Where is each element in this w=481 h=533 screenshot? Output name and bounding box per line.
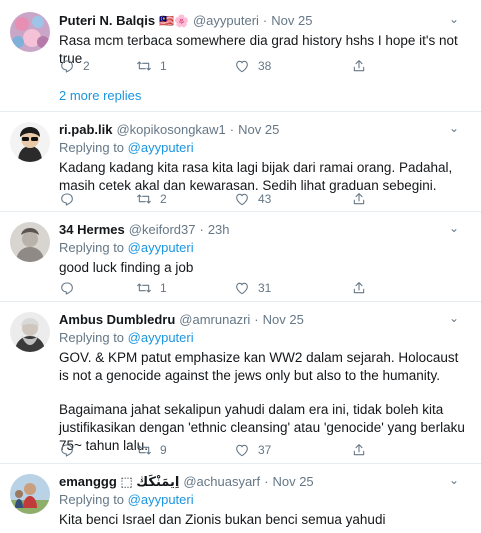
avatar[interactable] — [10, 474, 50, 514]
separator-dot: · — [254, 312, 259, 327]
reply-button[interactable]: 2 — [59, 58, 136, 74]
tweet-text: Kita benci Israel dan Zionis bukan benci… — [59, 512, 386, 527]
heart-icon — [236, 193, 248, 206]
share-button[interactable] — [351, 280, 367, 296]
retweet-icon — [137, 445, 151, 455]
author-handle[interactable]: @kopikosongkaw1 — [116, 121, 225, 139]
retweet-count: 2 — [160, 192, 167, 206]
like-button[interactable]: 43 — [234, 191, 351, 207]
tweet[interactable]: ri.pab.lik @kopikosongkaw1 · Nov 25 ⌄ Re… — [0, 112, 481, 212]
avatar[interactable] — [10, 222, 50, 262]
timestamp[interactable]: Nov 25 — [238, 121, 279, 139]
reply-button[interactable] — [59, 191, 136, 207]
share-icon — [353, 282, 365, 294]
timestamp[interactable]: Nov 25 — [263, 311, 304, 329]
retweet-count: 1 — [160, 59, 167, 73]
reply-icon — [61, 282, 73, 295]
heart-icon — [236, 60, 248, 73]
author-handle[interactable]: @keiford37 — [129, 221, 196, 239]
like-count: 37 — [258, 443, 272, 457]
separator-dot: · — [264, 474, 269, 489]
name-emoji: 🇲🇾🌸 — [159, 14, 189, 28]
retweet-icon — [137, 283, 151, 293]
avatar[interactable] — [10, 312, 50, 352]
tweet[interactable]: Puteri N. Balqis 🇲🇾🌸 @ayyputeri · Nov 25… — [0, 0, 481, 112]
timestamp[interactable]: Nov 25 — [272, 473, 313, 491]
mention-link[interactable]: @ayyputeri — [128, 330, 194, 345]
share-button[interactable] — [351, 191, 367, 207]
chevron-down-icon[interactable]: ⌄ — [449, 121, 459, 135]
share-icon — [353, 444, 365, 456]
tweet-text: good luck finding a job — [59, 260, 194, 275]
more-replies-link[interactable]: 2 more replies — [59, 88, 141, 103]
like-button[interactable]: 38 — [234, 58, 351, 74]
author-name[interactable]: Ambus Dumbledru — [59, 311, 175, 329]
like-button[interactable]: 37 — [234, 442, 351, 458]
reply-button[interactable] — [59, 280, 136, 296]
share-icon — [353, 193, 365, 205]
reply-button[interactable] — [59, 442, 136, 458]
timestamp[interactable]: Nov 25 — [271, 12, 312, 30]
author-name[interactable]: emanggg ⬚ اِيمَنْكَڬ — [59, 473, 179, 491]
heart-icon — [236, 282, 248, 295]
reply-icon — [61, 60, 73, 73]
chevron-down-icon[interactable]: ⌄ — [449, 473, 459, 487]
reply-thread: Puteri N. Balqis 🇲🇾🌸 @ayyputeri · Nov 25… — [0, 0, 481, 533]
tweet[interactable]: 34 Hermes @keiford37 · 23h ⌄ Replying to… — [0, 212, 481, 302]
author-name[interactable]: ri.pab.lik — [59, 121, 112, 139]
retweet-count: 9 — [160, 443, 167, 457]
retweet-icon — [137, 194, 151, 204]
retweet-count: 1 — [160, 281, 167, 295]
like-button[interactable]: 31 — [234, 280, 351, 296]
replying-to: Replying to @ayyputeri — [59, 240, 194, 255]
share-button[interactable] — [351, 58, 367, 74]
like-count: 31 — [258, 281, 272, 295]
chevron-down-icon[interactable]: ⌄ — [449, 221, 459, 235]
author-handle[interactable]: @achuasyarf — [183, 473, 260, 491]
share-button[interactable] — [351, 442, 367, 458]
mention-link[interactable]: @ayyputeri — [128, 240, 194, 255]
reply-icon — [61, 193, 73, 206]
separator-dot: · — [229, 122, 235, 137]
retweet-icon — [137, 61, 151, 71]
mention-link[interactable]: @ayyputeri — [128, 492, 194, 507]
chevron-down-icon[interactable]: ⌄ — [449, 311, 459, 325]
replying-to: Replying to @ayyputeri — [59, 330, 194, 345]
like-count: 38 — [258, 59, 272, 73]
avatar[interactable] — [10, 122, 50, 162]
avatar[interactable] — [10, 12, 50, 52]
tweet[interactable]: Ambus Dumbledru @amrunazri · Nov 25 ⌄ Re… — [0, 302, 481, 464]
mention-link[interactable]: @ayyputeri — [128, 140, 194, 155]
author-handle[interactable]: @ayyputeri — [193, 12, 259, 30]
reply-count: 2 — [83, 59, 90, 73]
separator-dot: · — [199, 222, 204, 237]
timestamp[interactable]: 23h — [208, 221, 230, 239]
tweet[interactable]: emanggg ⬚ اِيمَنْكَڬ @achuasyarf · Nov 2… — [0, 464, 481, 533]
reply-icon — [61, 444, 73, 457]
separator-dot: · — [262, 13, 268, 28]
retweet-button[interactable]: 1 — [136, 58, 234, 74]
replying-to: Replying to @ayyputeri — [59, 140, 194, 155]
like-count: 43 — [258, 192, 272, 206]
author-handle[interactable]: @amrunazri — [179, 311, 250, 329]
share-icon — [353, 60, 365, 72]
retweet-button[interactable]: 2 — [136, 191, 234, 207]
tweet-text: GOV. & KPM patut emphasize kan WW2 dalam… — [59, 350, 465, 453]
chevron-down-icon[interactable]: ⌄ — [449, 12, 459, 26]
retweet-button[interactable]: 1 — [136, 280, 234, 296]
author-name[interactable]: 34 Hermes — [59, 221, 125, 239]
heart-icon — [236, 444, 248, 457]
author-name[interactable]: Puteri N. Balqis — [59, 12, 155, 30]
retweet-button[interactable]: 9 — [136, 442, 234, 458]
replying-to: Replying to @ayyputeri — [59, 492, 194, 507]
